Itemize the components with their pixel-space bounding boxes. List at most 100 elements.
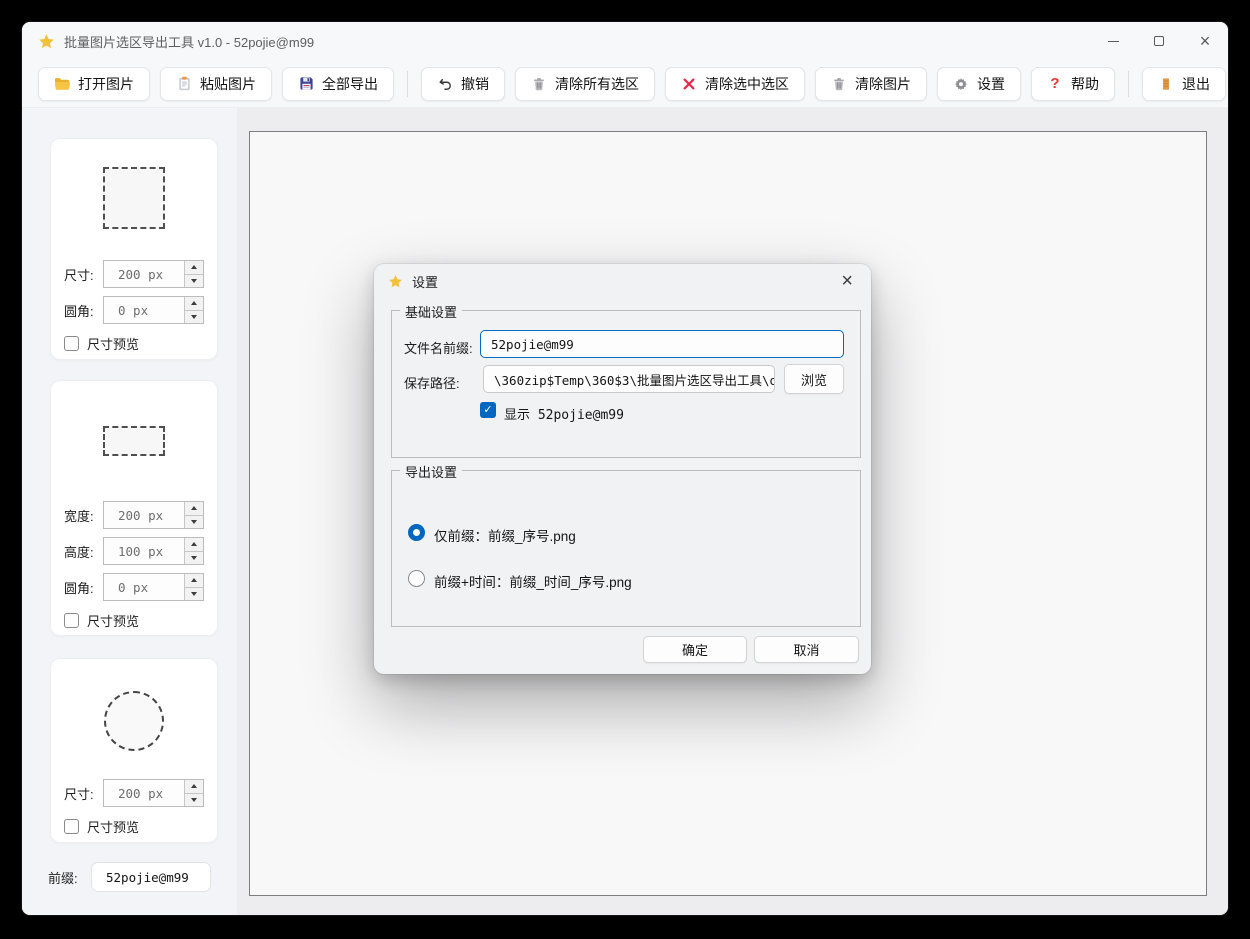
question-glyph: ? (1050, 75, 1059, 92)
rect-selection-panel: 宽度: 200 px 高度: 100 px (50, 380, 218, 636)
window-controls: × (1090, 22, 1228, 60)
radio-prefix-only[interactable] (408, 524, 425, 541)
open-image-button[interactable]: 打开图片 (38, 67, 150, 101)
radio-prefix-only-label: 仅前缀：前缀_序号.png (434, 525, 576, 545)
stepper-down-button[interactable] (185, 275, 203, 288)
show-prefix-checkbox[interactable]: ✓ (480, 402, 496, 418)
dialog-titlebar: 设置 × (374, 264, 871, 298)
stepper-up-button[interactable] (185, 261, 203, 275)
folder-open-icon (54, 76, 70, 92)
stepper-up-button[interactable] (185, 297, 203, 311)
corner-label: 圆角: (64, 301, 103, 320)
gear-icon (953, 76, 969, 92)
settings-button[interactable]: 设置 (937, 67, 1021, 101)
help-button[interactable]: ? 帮助 (1031, 67, 1115, 101)
undo-button[interactable]: 撤销 (421, 67, 505, 101)
circle-selection-panel: 尺寸: 200 px 尺寸预览 (50, 658, 218, 843)
toolbar-button-label: 打开图片 (78, 74, 134, 94)
dialog-title: 设置 (412, 272, 438, 291)
size-stepper[interactable]: 200 px (103, 779, 204, 807)
minimize-button[interactable] (1090, 22, 1136, 60)
size-value: 200 px (104, 261, 184, 287)
stepper-buttons (184, 574, 203, 600)
stepper-up-button[interactable] (185, 538, 203, 552)
window-title: 批量图片选区导出工具 v1.0 - 52pojie@m99 (64, 32, 314, 51)
toolbar-button-label: 清除所有选区 (555, 74, 639, 94)
stepper-up-button[interactable] (185, 502, 203, 516)
size-label: 尺寸: (64, 265, 103, 284)
trash-icon (531, 76, 547, 92)
exit-button[interactable]: 退出 (1142, 67, 1226, 101)
close-icon: × (1200, 32, 1211, 50)
size-preview-checkbox[interactable] (64, 819, 79, 834)
size-preview-label: 尺寸预览 (87, 817, 139, 836)
down-arrow-icon (191, 592, 197, 596)
show-prefix-checkbox-label: 显示 52pojie@m99 (504, 404, 624, 423)
height-stepper[interactable]: 100 px (103, 537, 204, 565)
corner-stepper[interactable]: 0 px (103, 296, 204, 324)
toolbar-button-label: 清除图片 (855, 74, 911, 94)
toolbar-button-label: 设置 (977, 74, 1005, 94)
prefix-input[interactable]: 52pojie@m99 (91, 862, 211, 892)
paste-image-button[interactable]: 粘贴图片 (160, 67, 272, 101)
export-all-button[interactable]: 全部导出 (282, 67, 394, 101)
size-label: 尺寸: (64, 784, 103, 803)
red-x-icon (681, 76, 697, 92)
stepper-up-button[interactable] (185, 574, 203, 588)
save-path-label: 保存路径: (404, 373, 460, 392)
size-preview-checkbox[interactable] (64, 613, 79, 628)
radio-prefix-time-label: 前缀+时间：前缀_时间_序号.png (434, 571, 632, 591)
stepper-buttons (184, 502, 203, 528)
stepper-buttons (184, 297, 203, 323)
corner-value: 0 px (104, 297, 184, 323)
clear-image-button[interactable]: 清除图片 (815, 67, 927, 101)
size-stepper[interactable]: 200 px (103, 260, 204, 288)
toolbar-separator (407, 71, 408, 97)
close-icon: × (841, 270, 853, 292)
cancel-button[interactable]: 取消 (754, 636, 859, 663)
corner-stepper[interactable]: 0 px (103, 573, 204, 601)
width-stepper[interactable]: 200 px (103, 501, 204, 529)
up-arrow-icon (191, 784, 197, 788)
ok-button-label: 确定 (682, 640, 708, 659)
toolbar-button-label: 帮助 (1071, 74, 1099, 94)
filename-prefix-input[interactable]: 52pojie@m99 (480, 330, 844, 358)
radio-prefix-time[interactable] (408, 570, 425, 587)
close-button[interactable]: × (1182, 22, 1228, 60)
clear-all-selections-button[interactable]: 清除所有选区 (515, 67, 655, 101)
maximize-icon (1154, 36, 1164, 46)
corner-spin-row: 圆角: 0 px (51, 572, 217, 602)
clear-selected-selection-button[interactable]: 清除选中选区 (665, 67, 805, 101)
down-arrow-icon (191, 315, 197, 319)
ok-button[interactable]: 确定 (643, 636, 747, 663)
size-preview-label: 尺寸预览 (87, 611, 139, 630)
size-preview-checkbox[interactable] (64, 336, 79, 351)
circle-shape-preview[interactable] (104, 691, 164, 751)
stepper-up-button[interactable] (185, 780, 203, 794)
dialog-close-button[interactable]: × (837, 271, 857, 291)
corner-label: 圆角: (64, 578, 103, 597)
up-arrow-icon (191, 578, 197, 582)
maximize-button[interactable] (1136, 22, 1182, 60)
save-path-input[interactable]: \360zip$Temp\360$3\批量图片选区导出工具\output (483, 365, 775, 393)
exit-icon (1158, 76, 1174, 92)
filename-prefix-value: 52pojie@m99 (491, 337, 574, 352)
cancel-button-label: 取消 (793, 640, 819, 659)
corner-spin-row: 圆角: 0 px (51, 295, 217, 325)
square-shape-preview[interactable] (103, 167, 165, 229)
prefix-value: 52pojie@m99 (106, 870, 189, 885)
stepper-down-button[interactable] (185, 516, 203, 529)
stepper-down-button[interactable] (185, 311, 203, 324)
stepper-down-button[interactable] (185, 794, 203, 807)
browse-button[interactable]: 浏览 (784, 364, 844, 394)
width-label: 宽度: (64, 506, 103, 525)
up-arrow-icon (191, 265, 197, 269)
settings-dialog: 设置 × 基础设置 文件名前缀: 52pojie@m99 保存路径: \360z… (374, 264, 871, 674)
down-arrow-icon (191, 279, 197, 283)
stepper-buttons (184, 780, 203, 806)
question-icon: ? (1047, 76, 1063, 92)
stepper-down-button[interactable] (185, 588, 203, 601)
rect-shape-preview[interactable] (103, 426, 165, 456)
sidebar: 尺寸: 200 px 圆角: 0 px (22, 108, 237, 915)
stepper-down-button[interactable] (185, 552, 203, 565)
